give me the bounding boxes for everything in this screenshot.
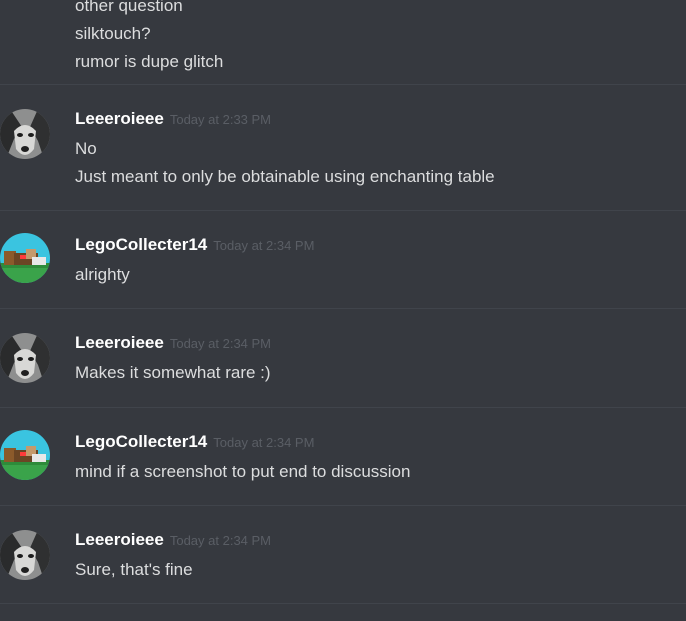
message-header: Leeeroieee Today at 2:34 PM <box>75 333 271 353</box>
message-body: Makes it somewhat rare :) <box>75 359 271 387</box>
timestamp: Today at 2:34 PM <box>169 336 272 351</box>
message-line: Sure, that's fine <box>75 560 193 579</box>
message-header: LegoCollecter14 Today at 2:34 PM <box>75 432 314 452</box>
message-line: alrighty <box>75 265 130 284</box>
message-divider <box>0 210 686 211</box>
username[interactable]: Leeeroieee <box>75 530 164 549</box>
timestamp: Today at 2:34 PM <box>213 238 315 253</box>
message-body: alrighty <box>75 261 130 289</box>
message-line: other question <box>75 0 183 15</box>
timestamp: Today at 2:34 PM <box>213 435 315 450</box>
message-divider <box>0 84 686 85</box>
username[interactable]: Leeeroieee <box>75 109 164 128</box>
message-divider <box>0 407 686 408</box>
timestamp: Today at 2:34 PM <box>169 533 272 548</box>
message-body: No Just meant to only be obtainable usin… <box>75 135 495 191</box>
message-line: No <box>75 139 97 158</box>
username[interactable]: LegoCollecter14 <box>75 235 207 254</box>
husky-avatar[interactable] <box>0 530 50 580</box>
message-header: LegoCollecter14 Today at 2:34 PM <box>75 235 314 255</box>
message-divider <box>0 603 686 604</box>
message-line: mind if a screenshot to put end to discu… <box>75 462 411 481</box>
timestamp: Today at 2:33 PM <box>169 112 272 127</box>
username[interactable]: LegoCollecter14 <box>75 432 207 451</box>
message-divider <box>0 505 686 506</box>
message-line: rumor is dupe glitch <box>75 52 224 71</box>
message-header: Leeeroieee Today at 2:33 PM <box>75 109 271 129</box>
message-line: Makes it somewhat rare :) <box>75 363 271 382</box>
lego-avatar[interactable] <box>0 233 50 283</box>
lego-avatar[interactable] <box>0 430 50 480</box>
message-body: Sure, that's fine <box>75 556 193 584</box>
husky-avatar[interactable] <box>0 333 50 383</box>
message-body: mind if a screenshot to put end to discu… <box>75 458 410 486</box>
message-line: silktouch? <box>75 24 151 43</box>
message-divider <box>0 308 686 309</box>
previous-message-body: other question silktouch? rumor is dupe … <box>75 0 223 76</box>
username[interactable]: Leeeroieee <box>75 333 164 352</box>
message-line: Just meant to only be obtainable using e… <box>75 167 495 186</box>
husky-avatar[interactable] <box>0 109 50 159</box>
message-header: Leeeroieee Today at 2:34 PM <box>75 530 271 550</box>
